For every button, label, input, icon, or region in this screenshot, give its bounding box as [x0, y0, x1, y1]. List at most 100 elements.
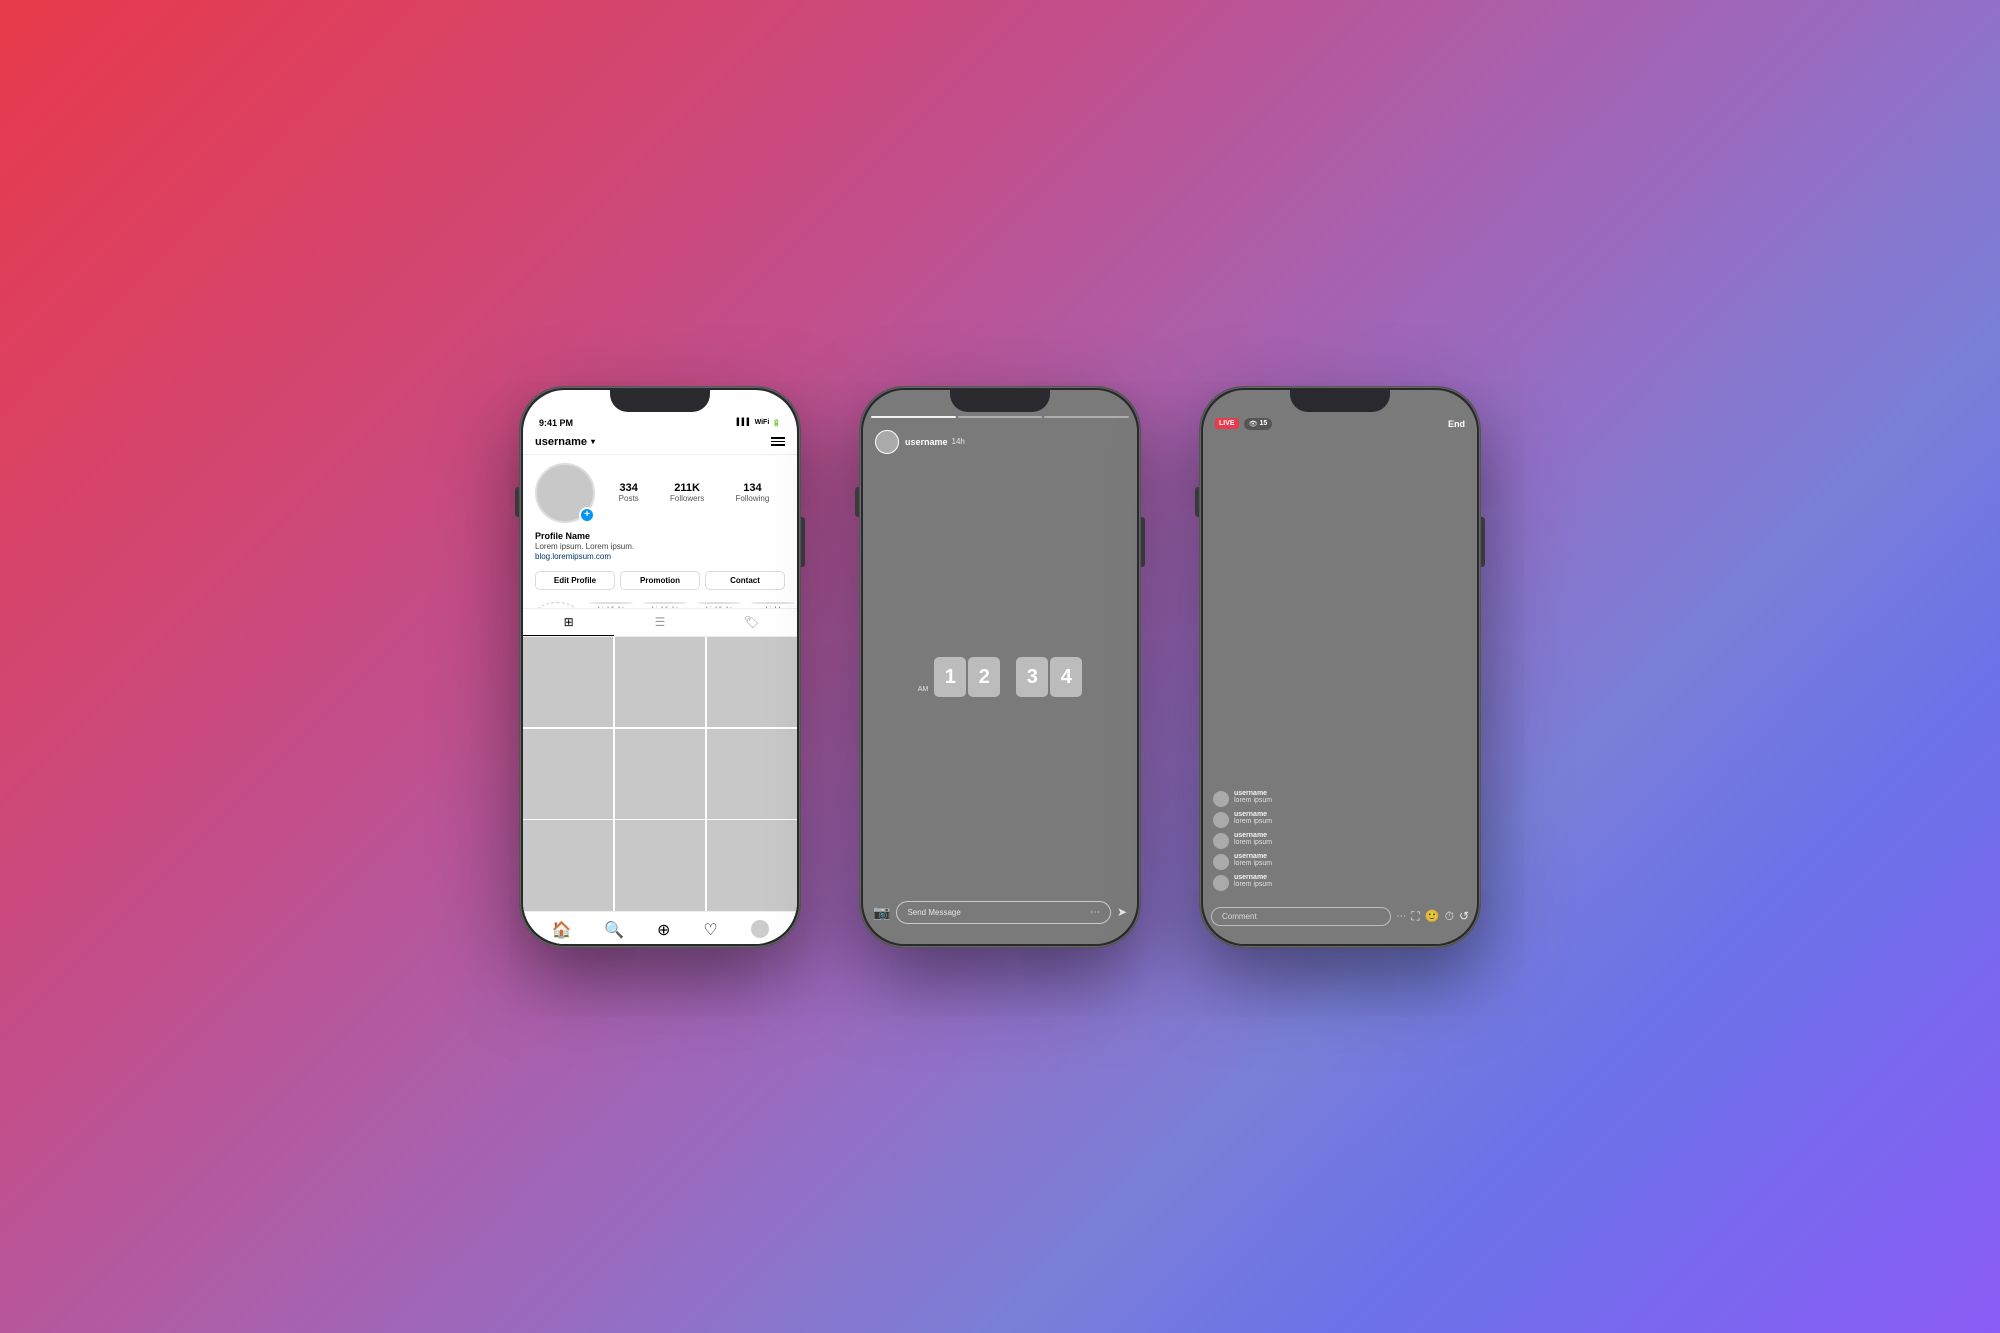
comment-username: username [1234, 874, 1272, 881]
edit-profile-button[interactable]: Edit Profile [535, 571, 615, 590]
flip-h2: 2 [968, 657, 1000, 697]
comment-username: username [1234, 790, 1272, 797]
contact-button[interactable]: Contact [705, 571, 785, 590]
promotion-button[interactable]: Promotion [620, 571, 700, 590]
tab-list[interactable]: ☰ [614, 609, 705, 636]
post-cell[interactable] [523, 729, 613, 819]
chevron-down-icon[interactable]: ▾ [591, 437, 595, 446]
phone-profile: 9:41 PM ▌▌▌ WiFi 🔋 username ▾ [520, 387, 800, 947]
tab-grid[interactable]: ⊞ [523, 609, 614, 636]
flip-h1: 1 [934, 657, 966, 697]
post-cell[interactable] [523, 637, 613, 727]
post-cell[interactable] [707, 729, 797, 819]
screen-live: LIVE 👁 15 End username [1203, 390, 1477, 944]
tabs-row: ⊞ ☰ 🏷 [523, 608, 797, 637]
bottom-nav: 🏠 🔍 ⊕ ♡ [523, 911, 797, 944]
story-avatar [875, 430, 899, 454]
comment-avatar [1213, 791, 1229, 807]
post-cell[interactable] [523, 820, 613, 910]
comment-username: username [1234, 811, 1272, 818]
profile-section: + 334 Posts 211K Followers 134 [523, 455, 797, 531]
stat-posts: 334 Posts [619, 482, 639, 503]
flip-hours: 1 2 [934, 657, 1000, 697]
highlight-circle-2[interactable] [643, 602, 687, 604]
signal-icon: ▌▌▌ [737, 419, 752, 426]
progress-seg-2 [958, 416, 1043, 418]
highlight-circle-4[interactable] [751, 602, 795, 604]
profile-nav-icon[interactable] [751, 920, 769, 938]
flip-clock: AM 1 2 3 4 [918, 657, 1083, 697]
viewers-count: 15 [1259, 420, 1267, 427]
story-content: AM 1 2 3 4 [863, 462, 1137, 893]
profile-header: username ▾ [523, 432, 797, 455]
more-options-icon[interactable]: ⋯ [1090, 907, 1100, 918]
stat-followers: 211K Followers [670, 482, 704, 503]
flip-minutes: 3 4 [1016, 657, 1082, 697]
flip-m2: 4 [1050, 657, 1082, 697]
post-cell[interactable] [615, 729, 705, 819]
comment-row: username lorem ipsum [1213, 832, 1467, 849]
post-cell[interactable] [707, 637, 797, 727]
story-time: 14h [952, 437, 965, 446]
comment-avatar [1213, 875, 1229, 891]
live-video-area [1203, 438, 1477, 784]
comment-text: username lorem ipsum [1234, 853, 1272, 867]
following-count: 134 [743, 482, 761, 494]
heart-nav-icon[interactable]: ♡ [703, 920, 717, 940]
profile-info: Profile Name Lorem ipsum. Lorem ipsum. b… [523, 531, 797, 567]
profile-link[interactable]: blog.loremipsum.com [535, 552, 785, 561]
live-comments: username lorem ipsum username lorem ipsu… [1203, 784, 1477, 901]
camera-icon[interactable]: 📷 [873, 904, 890, 921]
phone-story: username 14h AM 1 2 3 [860, 387, 1140, 947]
comment-body: lorem ipsum [1234, 881, 1272, 888]
post-cell[interactable] [707, 820, 797, 910]
send-message-box[interactable]: Send Message ⋯ [896, 901, 1111, 924]
am-label: AM [918, 686, 929, 693]
battery-icon: 🔋 [772, 419, 781, 427]
screen-profile: 9:41 PM ▌▌▌ WiFi 🔋 username ▾ [523, 390, 797, 944]
comment-avatar [1213, 854, 1229, 870]
status-time: 9:41 PM [539, 418, 573, 428]
add-nav-icon[interactable]: ⊕ [657, 920, 670, 940]
post-cell[interactable] [615, 820, 705, 910]
posts-count: 334 [619, 482, 637, 494]
followers-label: Followers [670, 494, 704, 503]
flip-m1: 3 [1016, 657, 1048, 697]
comment-avatar [1213, 833, 1229, 849]
home-nav-icon[interactable]: 🏠 [551, 920, 571, 940]
tab-tag[interactable]: 🏷 [706, 609, 797, 636]
comment-row: username lorem ipsum [1213, 874, 1467, 891]
posts-label: Posts [619, 494, 639, 503]
stat-following: 134 Following [736, 482, 770, 503]
live-timer-icon[interactable]: ⏱ [1445, 909, 1454, 924]
comment-avatar [1213, 812, 1229, 828]
send-icon[interactable]: ➤ [1117, 905, 1127, 919]
comment-body: lorem ipsum [1234, 839, 1272, 846]
comment-text: username lorem ipsum [1234, 811, 1272, 825]
live-share-icon[interactable]: ↺ [1459, 909, 1469, 923]
progress-seg-1 [871, 416, 956, 418]
wifi-icon: WiFi [755, 419, 770, 426]
highlight-circle-3[interactable] [697, 602, 741, 604]
search-nav-icon[interactable]: 🔍 [604, 920, 624, 940]
comment-input[interactable]: Comment [1211, 907, 1391, 926]
comment-row: username lorem ipsum [1213, 853, 1467, 870]
notch-2 [950, 390, 1050, 412]
comment-row: username lorem ipsum [1213, 811, 1467, 828]
send-message-label: Send Message [907, 908, 960, 917]
story-progress [871, 416, 1129, 418]
following-label: Following [736, 494, 770, 503]
post-cell[interactable] [615, 637, 705, 727]
screen-story: username 14h AM 1 2 3 [863, 390, 1137, 944]
live-filter-icon[interactable]: ⛶ [1411, 909, 1419, 924]
live-more-icon[interactable]: ⋯ [1396, 911, 1406, 922]
live-emoji-icon[interactable]: 🙂 [1425, 909, 1440, 923]
avatar-add-icon[interactable]: + [579, 507, 595, 523]
menu-button[interactable] [771, 437, 785, 446]
username-row[interactable]: username ▾ [535, 436, 595, 448]
end-button[interactable]: End [1448, 419, 1465, 429]
live-left: LIVE 👁 15 [1215, 418, 1272, 430]
story-username: username [905, 437, 948, 447]
highlight-circle-1[interactable] [589, 602, 633, 604]
phones-container: 9:41 PM ▌▌▌ WiFi 🔋 username ▾ [520, 387, 1480, 947]
